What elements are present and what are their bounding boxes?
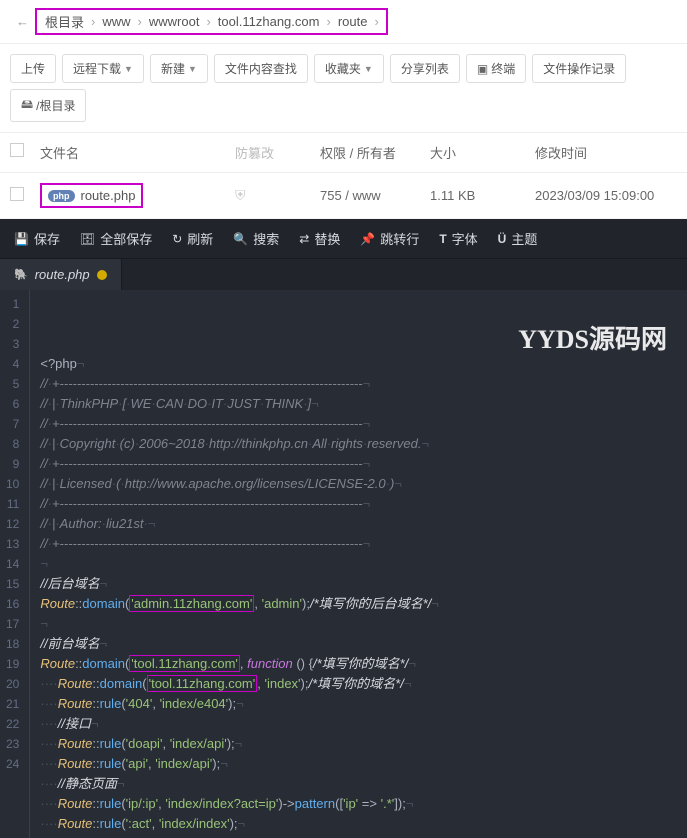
refresh-icon: ↻ [172, 232, 182, 246]
bc-www[interactable]: www [98, 14, 134, 29]
theme-icon: Ü [498, 232, 507, 246]
replace-icon: ⇄ [299, 232, 309, 246]
file-size: 1.11 KB [430, 188, 535, 203]
replace-button[interactable]: ⇄替换 [289, 225, 350, 252]
bc-root[interactable]: 根目录 [41, 12, 88, 31]
code-editor: 💾保存 🗄全部保存 ↻刷新 🔍搜索 ⇄替换 📌跳转行 T字体 Ü主题 🐘 rou… [0, 219, 687, 838]
bc-domain[interactable]: tool.11zhang.com [214, 14, 324, 29]
goto-button[interactable]: 📌跳转行 [350, 225, 429, 252]
theme-button[interactable]: Ü主题 [488, 225, 548, 252]
col-perm-header[interactable]: 权限 / 所有者 [320, 143, 430, 162]
code-area[interactable]: 123456789101112131415161718192021222324 … [0, 290, 687, 838]
breadcrumb-bar: ← 根目录› www› wwwroot› tool.11zhang.com› r… [0, 0, 687, 44]
tab-route-php[interactable]: 🐘 route.php [0, 259, 122, 290]
php-file-icon: 🐘 [14, 268, 28, 281]
file-toolbar: 上传 远程下载▼ 新建▼ 文件内容查找 收藏夹▼ 分享列表 ▣终端 文件操作记录… [0, 44, 687, 133]
save-icon: 💾 [14, 232, 29, 246]
save-all-button[interactable]: 🗄全部保存 [70, 225, 162, 252]
save-all-icon: 🗄 [80, 232, 95, 246]
upload-button[interactable]: 上传 [10, 54, 56, 83]
unsaved-dot-icon [97, 270, 107, 280]
share-list-button[interactable]: 分享列表 [390, 54, 460, 83]
file-name-highlight: php route.php [40, 183, 143, 208]
favorites-button[interactable]: 收藏夹▼ [314, 54, 384, 83]
new-button[interactable]: 新建▼ [150, 54, 208, 83]
select-all-checkbox[interactable] [10, 143, 24, 157]
remote-download-button[interactable]: 远程下载▼ [62, 54, 144, 83]
terminal-button[interactable]: ▣终端 [466, 54, 526, 83]
file-name[interactable]: route.php [81, 188, 136, 203]
col-size-header[interactable]: 大小 [430, 143, 535, 162]
shield-icon[interactable]: ⛨ [235, 187, 246, 203]
row-checkbox[interactable] [10, 187, 24, 201]
editor-toolbar: 💾保存 🗄全部保存 ↻刷新 🔍搜索 ⇄替换 📌跳转行 T字体 Ü主题 [0, 219, 687, 259]
back-arrow[interactable]: ← [10, 14, 35, 29]
col-time-header[interactable]: 修改时间 [535, 143, 677, 162]
search-button[interactable]: 🔍搜索 [223, 225, 289, 252]
bc-wwwroot[interactable]: wwwroot [145, 14, 204, 29]
search-icon: 🔍 [233, 232, 248, 246]
php-icon: php [48, 190, 75, 202]
breadcrumb-path: 根目录› www› wwwroot› tool.11zhang.com› rou… [35, 8, 388, 35]
tab-label: route.php [35, 267, 90, 282]
content-search-button[interactable]: 文件内容查找 [214, 54, 308, 83]
line-gutter: 123456789101112131415161718192021222324 [0, 290, 30, 838]
file-table: 文件名 防篡改 权限 / 所有者 大小 修改时间 php route.php ⛨… [0, 133, 687, 219]
col-name-header[interactable]: 文件名 [40, 143, 235, 162]
bc-route[interactable]: route [334, 14, 372, 29]
file-mtime: 2023/03/09 15:09:00 [535, 188, 677, 203]
table-header: 文件名 防篡改 权限 / 所有者 大小 修改时间 [0, 133, 687, 173]
editor-tabs: 🐘 route.php [0, 259, 687, 290]
col-tamper-header[interactable]: 防篡改 [235, 143, 320, 162]
pin-icon: 📌 [360, 232, 375, 246]
refresh-button[interactable]: ↻刷新 [162, 225, 223, 252]
save-button[interactable]: 💾保存 [4, 225, 70, 252]
root-button[interactable]: 🖴/根目录 [10, 89, 86, 122]
file-log-button[interactable]: 文件操作记录 [532, 54, 626, 83]
table-row[interactable]: php route.php ⛨ 755 / www 1.11 KB 2023/0… [0, 173, 687, 219]
font-button[interactable]: T字体 [429, 225, 487, 252]
code-content[interactable]: YYDS源码网 <?php¬//·+----------------------… [30, 290, 687, 838]
watermark: YYDS源码网 [518, 330, 667, 350]
file-perm[interactable]: 755 / www [320, 188, 430, 203]
terminal-icon: ▣ [477, 62, 488, 76]
disk-icon: 🖴 [21, 95, 33, 116]
font-icon: T [439, 232, 446, 246]
